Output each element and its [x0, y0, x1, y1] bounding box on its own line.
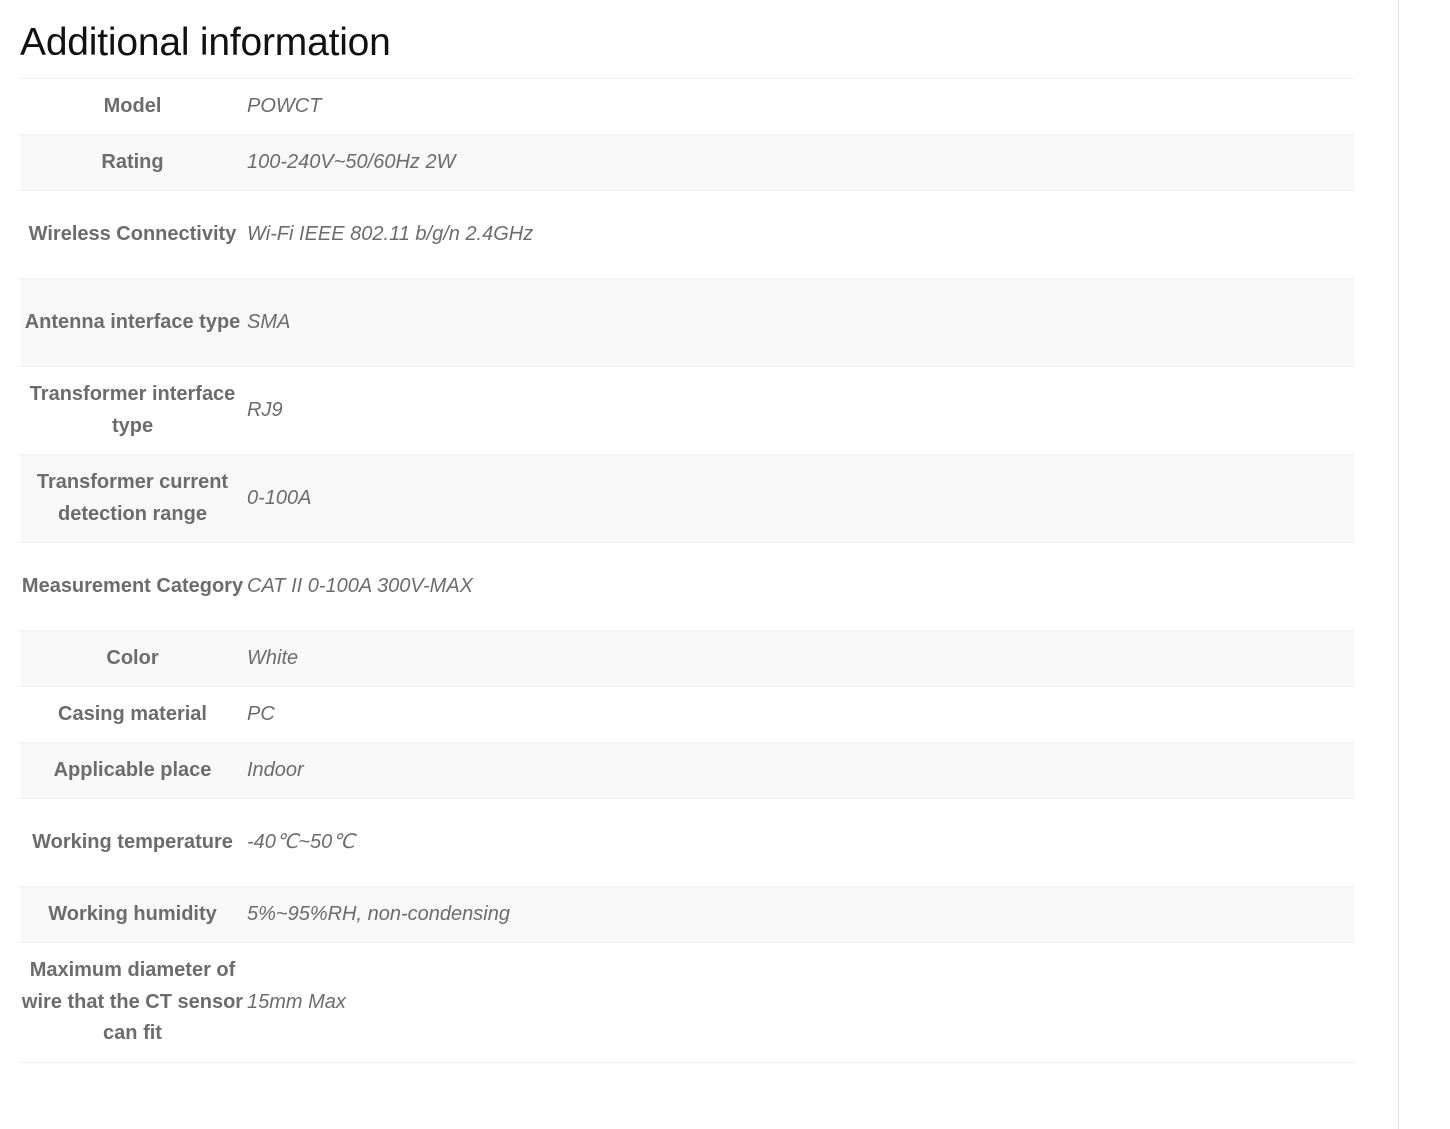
attribute-row-color: Color White: [20, 630, 1354, 687]
attribute-label: Transformer current detection range: [36, 471, 229, 525]
attribute-value-text: PC: [247, 702, 275, 725]
attribute-value-text: 5%~95%RH, non-condensing: [247, 902, 510, 925]
attribute-row-model: Model POWCT: [20, 79, 1354, 135]
attribute-label: Working humidity: [48, 902, 217, 925]
attribute-label: Color: [106, 646, 159, 669]
attribute-value: POWCT: [247, 79, 1354, 135]
attribute-row-casing-material: Casing material PC: [20, 687, 1354, 743]
attribute-value-text: -40℃~50℃: [247, 830, 355, 853]
attribute-label: Model: [103, 94, 162, 117]
attribute-value-text: White: [247, 646, 299, 669]
attribute-value-text: POWCT: [247, 94, 322, 117]
attribute-label: Casing material: [58, 702, 207, 725]
attribute-row-transformer-interface-type: Transformer interface type RJ9: [20, 367, 1354, 455]
attribute-value-text: SMA: [247, 310, 291, 333]
attributes-table-body: Model POWCT Rating 100-240V~50/60Hz 2W W…: [20, 79, 1354, 1063]
attribute-value: 100-240V~50/60Hz 2W: [247, 135, 1354, 191]
page-title: Additional information: [20, 21, 391, 64]
attribute-row-maximum-wire-diameter: Maximum diameter of wire that the CT sen…: [20, 943, 1354, 1063]
attribute-label: Antenna interface type: [24, 310, 241, 333]
attribute-row-working-temperature: Working temperature -40℃~50℃: [20, 799, 1354, 887]
attribute-value-text: Wi-Fi IEEE 802.11 b/g/n 2.4GHz: [247, 222, 534, 245]
attribute-row-transformer-current-detection-range: Transformer current detection range 0-10…: [20, 454, 1354, 543]
attribute-value-text: Indoor: [247, 758, 304, 781]
attribute-row-rating: Rating 100-240V~50/60Hz 2W: [20, 134, 1354, 191]
attribute-value: SMA: [247, 279, 1354, 367]
attribute-row-wireless-connectivity: Wireless Connectivity Wi-Fi IEEE 802.11 …: [20, 191, 1354, 279]
attribute-value: CAT II 0-100A 300V-MAX: [247, 543, 1354, 631]
attribute-value: 0-100A: [247, 455, 1354, 543]
attribute-value-text: RJ9: [247, 398, 283, 421]
attribute-value: Wi-Fi IEEE 802.11 b/g/n 2.4GHz: [247, 191, 1354, 279]
attribute-value: 5%~95%RH, non-condensing: [247, 887, 1354, 943]
attribute-row-measurement-category: Measurement Category CAT II 0-100A 300V-…: [20, 543, 1354, 631]
attribute-label: Applicable place: [53, 758, 212, 781]
attribute-label: Working temperature: [32, 830, 233, 853]
attribute-label: Rating: [101, 150, 164, 173]
attribute-row-antenna-interface-type: Antenna interface type SMA: [20, 278, 1354, 367]
attribute-label: Wireless Connectivity: [28, 222, 237, 245]
sidebar-divider: [1398, 0, 1399, 1129]
attribute-row-working-humidity: Working humidity 5%~95%RH, non-condensin…: [20, 886, 1354, 943]
attribute-value-text: CAT II 0-100A 300V-MAX: [247, 574, 474, 597]
attribute-value: White: [247, 631, 1354, 687]
attribute-label: Maximum diameter of wire that the CT sen…: [21, 959, 244, 1045]
attribute-value-text: 0-100A: [247, 486, 312, 509]
attribute-row-applicable-place: Applicable place Indoor: [20, 742, 1354, 799]
attribute-value: RJ9: [247, 367, 1354, 455]
attribute-value: Indoor: [247, 743, 1354, 799]
additional-information-table: Model POWCT Rating 100-240V~50/60Hz 2W W…: [20, 78, 1354, 1063]
attribute-value: PC: [247, 687, 1354, 743]
attribute-label: Transformer interface type: [29, 383, 236, 437]
attribute-value-text: 100-240V~50/60Hz 2W: [247, 150, 456, 173]
attribute-value-text: 15mm Max: [247, 990, 346, 1013]
attribute-value: -40℃~50℃: [247, 799, 1354, 887]
attribute-label: Measurement Category: [21, 574, 244, 597]
attribute-value: 15mm Max: [247, 943, 1354, 1063]
